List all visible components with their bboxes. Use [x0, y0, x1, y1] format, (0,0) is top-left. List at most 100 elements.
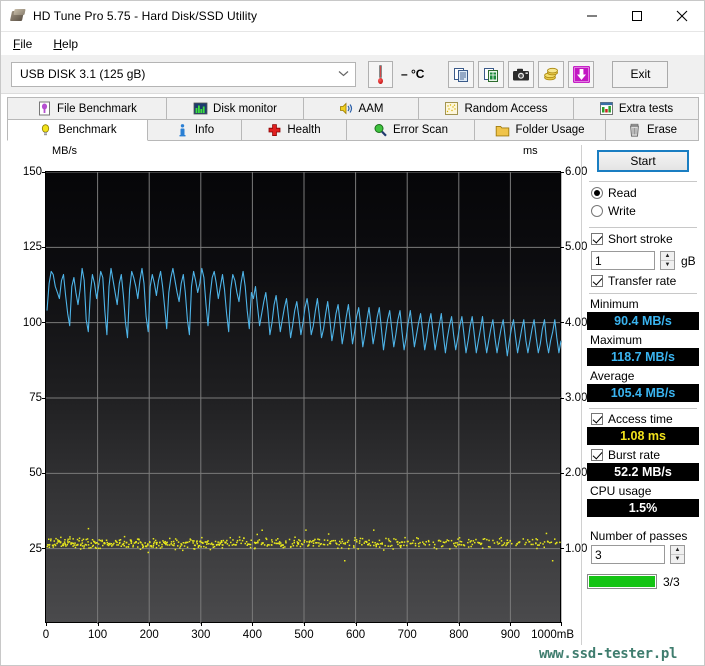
donate-button[interactable]	[538, 61, 564, 88]
drive-select-value: USB DISK 3.1 (125 gB)	[20, 67, 338, 81]
tab-extra-tests-label: Extra tests	[619, 103, 673, 115]
progress-bar-fill	[589, 576, 655, 587]
tab-row-1: File Benchmark Disk monitor AAM Random A…	[7, 97, 699, 119]
info-icon	[175, 123, 190, 138]
tab-aam[interactable]: AAM	[304, 97, 419, 119]
tab-random-access-label: Random Access	[464, 103, 547, 115]
tab-benchmark[interactable]: Benchmark	[7, 119, 148, 141]
x-tick-mark	[252, 622, 253, 626]
tab-file-benchmark[interactable]: File Benchmark	[7, 97, 167, 119]
x-tick-mark	[459, 622, 460, 626]
tab-error-scan-label: Error Scan	[393, 124, 448, 136]
window-controls	[569, 1, 704, 32]
x-axis-tick: 800	[449, 629, 468, 641]
menu-bar: File Help	[1, 32, 704, 55]
tab-benchmark-label: Benchmark	[58, 124, 116, 136]
x-axis-tick: 300	[191, 629, 210, 641]
close-icon[interactable]	[659, 1, 704, 32]
menu-item-help[interactable]: Help	[50, 35, 87, 53]
tab-bar: File Benchmark Disk monitor AAM Random A…	[7, 97, 699, 142]
divider-4	[589, 408, 697, 409]
radio-write[interactable]: Write	[587, 204, 699, 218]
checkbox-access-time[interactable]: Access time	[587, 412, 699, 426]
export-excel-button[interactable]	[478, 61, 504, 88]
menu-item-file[interactable]: File	[10, 35, 41, 53]
tab-aam-label: AAM	[359, 103, 384, 115]
x-tick-mark	[561, 622, 562, 626]
x-axis-tick: 600	[346, 629, 365, 641]
x-axis-tick: 700	[398, 629, 417, 641]
short-stroke-stepper[interactable]: ▲ ▼	[660, 251, 675, 270]
y-axis-tick: 125	[23, 241, 42, 253]
y-tick-mark	[42, 398, 46, 399]
y2-tick-mark	[560, 322, 564, 323]
stepper-down-icon[interactable]: ▼	[661, 261, 674, 269]
checkbox-transfer-rate-label: Transfer rate	[608, 274, 676, 288]
x-tick-mark	[407, 622, 408, 626]
checkbox-burst-rate-label: Burst rate	[608, 448, 660, 462]
tab-erase[interactable]: Erase	[606, 119, 699, 141]
start-button[interactable]: Start	[597, 150, 689, 172]
checkbox-access-time-label: Access time	[608, 412, 673, 426]
stepper-up-icon[interactable]: ▲	[661, 252, 674, 261]
short-stroke-input[interactable]: 1	[591, 251, 655, 270]
checkbox-short-stroke[interactable]: Short stroke	[587, 232, 699, 246]
passes-row: 3 ▲ ▼	[587, 545, 699, 564]
chevron-down-icon	[338, 69, 349, 79]
radio-read[interactable]: Read	[587, 186, 699, 200]
progress-row: 3/3	[587, 574, 699, 589]
tab-file-benchmark-label: File Benchmark	[57, 103, 137, 115]
checkbox-short-stroke-label: Short stroke	[608, 232, 673, 246]
tab-info[interactable]: Info	[148, 119, 242, 141]
screenshot-button[interactable]	[508, 61, 534, 88]
checkbox-transfer-rate[interactable]: Transfer rate	[587, 274, 699, 288]
x-axis-tick: 400	[243, 629, 262, 641]
tab-extra-tests[interactable]: Extra tests	[574, 97, 699, 119]
y2-axis-tick: 5.00	[565, 241, 587, 253]
y-tick-mark	[42, 172, 46, 173]
maximize-icon[interactable]	[614, 1, 659, 32]
x-tick-mark	[149, 622, 150, 626]
exit-button[interactable]: Exit	[612, 61, 668, 88]
passes-stepper-up-icon[interactable]: ▲	[671, 546, 684, 555]
x-tick-mark	[98, 622, 99, 626]
passes-input[interactable]: 3	[591, 545, 665, 564]
y2-tick-mark	[560, 473, 564, 474]
y2-tick-mark	[560, 247, 564, 248]
x-axis-tick: 900	[501, 629, 520, 641]
checkbox-burst-rate[interactable]: Burst rate	[587, 448, 699, 462]
passes-stepper-down-icon[interactable]: ▼	[671, 555, 684, 563]
tab-error-scan[interactable]: Error Scan	[347, 119, 475, 141]
passes-value: 3	[595, 548, 602, 562]
x-tick-mark	[304, 622, 305, 626]
short-stroke-unit: gB	[681, 254, 696, 268]
short-stroke-size-row: 1 ▲ ▼ gB	[587, 251, 699, 270]
y-tick-mark	[42, 473, 46, 474]
burst-rate-value: 52.2 MB/s	[587, 463, 699, 481]
tab-row-2: Benchmark Info Health Error Scan	[7, 119, 699, 141]
x-axis-tick: 200	[140, 629, 159, 641]
y2-axis-label: ms	[523, 145, 538, 157]
radio-read-icon	[591, 187, 603, 199]
copy-to-clipboard-button[interactable]	[448, 61, 474, 88]
y2-tick-mark	[560, 548, 564, 549]
random-access-icon	[444, 101, 459, 116]
tab-disk-monitor[interactable]: Disk monitor	[167, 97, 304, 119]
disk-monitor-icon	[193, 101, 208, 116]
thermometer-icon	[368, 61, 393, 88]
magnifier-icon	[373, 123, 388, 138]
tab-folder-usage[interactable]: Folder Usage	[475, 119, 606, 141]
y-tick-mark	[42, 247, 46, 248]
save-download-button[interactable]	[568, 61, 594, 88]
tab-folder-usage-label: Folder Usage	[515, 124, 584, 136]
y2-axis-tick: 6.00	[565, 166, 587, 178]
x-axis-tick: 0	[43, 629, 49, 641]
site-watermark: www.ssd-tester.pl	[539, 646, 677, 662]
passes-stepper[interactable]: ▲ ▼	[670, 545, 685, 564]
minimize-icon[interactable]	[569, 1, 614, 32]
maximum-value: 118.7 MB/s	[587, 348, 699, 366]
y-tick-mark	[42, 322, 46, 323]
tab-random-access[interactable]: Random Access	[419, 97, 574, 119]
drive-select[interactable]: USB DISK 3.1 (125 gB)	[11, 62, 356, 87]
tab-health[interactable]: Health	[242, 119, 347, 141]
